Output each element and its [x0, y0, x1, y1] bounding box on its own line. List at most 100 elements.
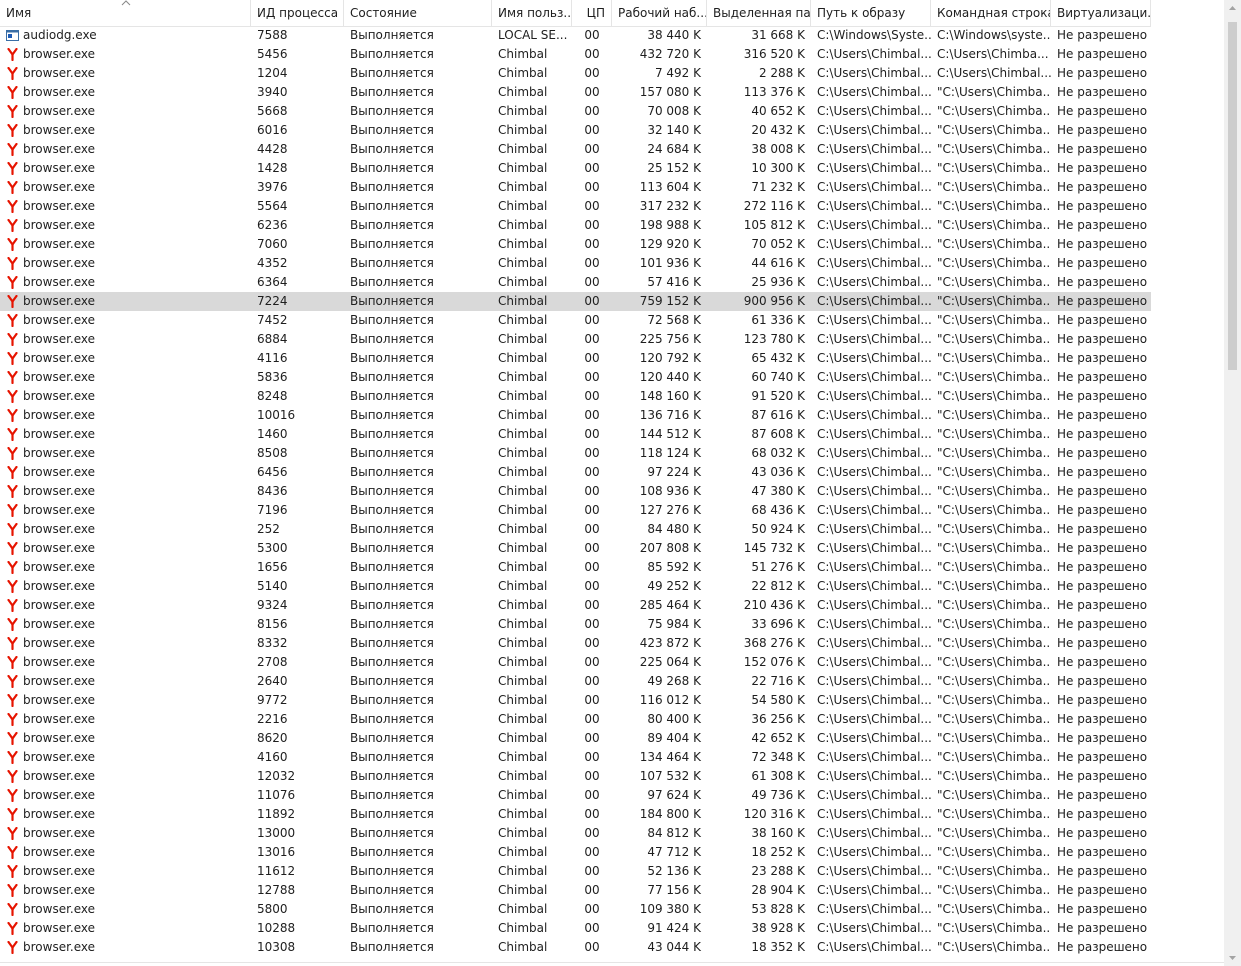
cpu-cell: 00 — [584, 864, 600, 878]
process-row[interactable]: browser.exe 9324 Выполняется Chimbal 00 285 4… — [0, 596, 1151, 615]
column-header-status[interactable]: Состояние — [344, 0, 492, 26]
process-row[interactable]: browser.exe 252 Выполняется Chimbal 00 84 480… — [0, 520, 1151, 539]
process-row[interactable]: browser.exe 12032 Выполняется Chimbal 00 107 … — [0, 767, 1151, 786]
commit-cell: 105 812 K — [743, 218, 805, 232]
process-row[interactable]: browser.exe 7452 Выполняется Chimbal 00 72 56… — [0, 311, 1151, 330]
commit-cell: 70 052 K — [751, 237, 805, 251]
process-row[interactable]: browser.exe 10308 Выполняется Chimbal 00 43 0… — [0, 938, 1151, 957]
process-row[interactable]: browser.exe 4428 Выполняется Chimbal 00 24 68… — [0, 140, 1151, 159]
process-row[interactable]: browser.exe 10288 Выполняется Chimbal 00 91 4… — [0, 919, 1151, 938]
process-row[interactable]: browser.exe 6884 Выполняется Chimbal 00 225 7… — [0, 330, 1151, 349]
process-row[interactable]: browser.exe 13000 Выполняется Chimbal 00 84 8… — [0, 824, 1151, 843]
process-name: browser.exe — [23, 256, 96, 270]
yandex-browser-icon — [6, 579, 19, 594]
process-row[interactable]: browser.exe 1656 Выполняется Chimbal 00 85 59… — [0, 558, 1151, 577]
pid-cell: 3940 — [257, 85, 288, 99]
command-line-cell: "C:\Users\Chimba... — [937, 845, 1051, 859]
process-name: browser.exe — [23, 940, 96, 954]
process-row[interactable]: browser.exe 5836 Выполняется Chimbal 00 120 4… — [0, 368, 1151, 387]
column-header-commit[interactable]: Выделенная па... — [707, 0, 811, 26]
process-name: browser.exe — [23, 332, 96, 346]
process-row[interactable]: browser.exe 11892 Выполняется Chimbal 00 184 … — [0, 805, 1151, 824]
process-row[interactable]: browser.exe 6236 Выполняется Chimbal 00 198 9… — [0, 216, 1151, 235]
pid-cell: 4428 — [257, 142, 288, 156]
image-path-cell: C:\Users\Chimbal... — [817, 218, 931, 232]
process-table: Имя ИД процесса Состояние Имя польз... Ц… — [0, 0, 1151, 955]
process-row[interactable]: browser.exe 8620 Выполняется Chimbal 00 89 40… — [0, 729, 1151, 748]
process-row[interactable]: browser.exe 2708 Выполняется Chimbal 00 225 0… — [0, 653, 1151, 672]
process-row[interactable]: browser.exe 8248 Выполняется Chimbal 00 148 1… — [0, 387, 1151, 406]
image-path-cell: C:\Users\Chimbal... — [817, 902, 931, 916]
working-set-cell: 120 440 K — [639, 370, 701, 384]
process-row[interactable]: browser.exe 5140 Выполняется Chimbal 00 49 25… — [0, 577, 1151, 596]
scroll-down-arrow-icon[interactable] — [1224, 949, 1241, 966]
virtualization-cell: Не разрешено — [1057, 636, 1148, 650]
process-name-cell: browser.exe — [0, 368, 251, 387]
status-cell: Выполняется — [350, 921, 434, 935]
virtualization-cell: Не разрешено — [1057, 47, 1148, 61]
column-header-pid[interactable]: ИД процесса — [251, 0, 344, 26]
scroll-up-arrow-icon[interactable] — [1224, 0, 1241, 17]
process-row[interactable]: browser.exe 12788 Выполняется Chimbal 00 77 1… — [0, 881, 1151, 900]
process-row[interactable]: browser.exe 3940 Выполняется Chimbal 00 157 0… — [0, 83, 1151, 102]
process-row[interactable]: browser.exe 4160 Выполняется Chimbal 00 134 4… — [0, 748, 1151, 767]
yandex-browser-icon — [6, 845, 19, 860]
process-row[interactable]: browser.exe 6364 Выполняется Chimbal 00 57 41… — [0, 273, 1151, 292]
process-row[interactable]: browser.exe 8508 Выполняется Chimbal 00 118 1… — [0, 444, 1151, 463]
process-row[interactable]: browser.exe 10016 Выполняется Chimbal 00 136 … — [0, 406, 1151, 425]
process-row[interactable]: browser.exe 8436 Выполняется Chimbal 00 108 9… — [0, 482, 1151, 501]
process-row[interactable]: browser.exe 5564 Выполняется Chimbal 00 317 2… — [0, 197, 1151, 216]
column-header-working-set[interactable]: Рабочий наб... — [612, 0, 707, 26]
column-header-image-path[interactable]: Путь к образу — [811, 0, 931, 26]
process-row[interactable]: browser.exe 1428 Выполняется Chimbal 00 25 15… — [0, 159, 1151, 178]
process-row[interactable]: browser.exe 5800 Выполняется Chimbal 00 109 3… — [0, 900, 1151, 919]
process-row[interactable]: browser.exe 6456 Выполняется Chimbal 00 97 22… — [0, 463, 1151, 482]
process-row[interactable]: browser.exe 8156 Выполняется Chimbal 00 75 98… — [0, 615, 1151, 634]
commit-cell: 61 336 K — [751, 313, 805, 327]
pid-cell: 12788 — [257, 883, 296, 897]
working-set-cell: 113 604 K — [639, 180, 701, 194]
process-row[interactable]: browser.exe 1460 Выполняется Chimbal 00 144 5… — [0, 425, 1151, 444]
process-name: browser.exe — [23, 161, 96, 175]
process-row[interactable]: browser.exe 11076 Выполняется Chimbal 00 97 6… — [0, 786, 1151, 805]
process-row[interactable]: browser.exe 7224 Выполняется Chimbal 00 759 1… — [0, 292, 1151, 311]
command-line-cell: "C:\Users\Chimba... — [937, 731, 1051, 745]
process-name-cell: browser.exe — [0, 235, 251, 254]
scrollbar-thumb[interactable] — [1228, 22, 1237, 370]
process-row[interactable]: browser.exe 2640 Выполняется Chimbal 00 49 26… — [0, 672, 1151, 691]
virtualization-cell: Не разрешено — [1057, 142, 1148, 156]
process-row[interactable]: browser.exe 1204 Выполняется Chimbal 00 7 492… — [0, 64, 1151, 83]
command-line-cell: "C:\Users\Chimba... — [937, 636, 1051, 650]
working-set-cell: 57 416 K — [647, 275, 701, 289]
process-row[interactable]: browser.exe 4352 Выполняется Chimbal 00 101 9… — [0, 254, 1151, 273]
image-path-cell: C:\Users\Chimbal... — [817, 940, 931, 954]
process-row[interactable]: browser.exe 5668 Выполняется Chimbal 00 70 00… — [0, 102, 1151, 121]
process-row[interactable]: browser.exe 5456 Выполняется Chimbal 00 432 7… — [0, 45, 1151, 64]
command-line-cell: "C:\Users\Chimba... — [937, 864, 1051, 878]
process-row[interactable]: browser.exe 3976 Выполняется Chimbal 00 113 6… — [0, 178, 1151, 197]
process-row[interactable]: browser.exe 7196 Выполняется Chimbal 00 127 2… — [0, 501, 1151, 520]
column-header-cpu[interactable]: ЦП — [572, 0, 612, 26]
process-row[interactable]: browser.exe 4116 Выполняется Chimbal 00 120 7… — [0, 349, 1151, 368]
process-row[interactable]: browser.exe 9772 Выполняется Chimbal 00 116 0… — [0, 691, 1151, 710]
working-set-cell: 285 464 K — [639, 598, 701, 612]
process-row[interactable]: browser.exe 13016 Выполняется Chimbal 00 47 7… — [0, 843, 1151, 862]
status-cell: Выполняется — [350, 313, 434, 327]
process-row[interactable]: browser.exe 8332 Выполняется Chimbal 00 423 8… — [0, 634, 1151, 653]
process-name-cell: browser.exe — [0, 102, 251, 121]
process-row[interactable]: browser.exe 11612 Выполняется Chimbal 00 52 1… — [0, 862, 1151, 881]
process-name-cell: browser.exe — [0, 178, 251, 197]
user-cell: Chimbal — [498, 750, 548, 764]
process-row[interactable]: audiodg.exe 7588 Выполняется LOCAL SE... 00 3… — [0, 26, 1151, 45]
process-row[interactable]: browser.exe 5300 Выполняется Chimbal 00 207 8… — [0, 539, 1151, 558]
cpu-cell: 00 — [584, 807, 600, 821]
process-row[interactable]: browser.exe 6016 Выполняется Chimbal 00 32 14… — [0, 121, 1151, 140]
process-row[interactable]: browser.exe 2216 Выполняется Chimbal 00 80 40… — [0, 710, 1151, 729]
column-header-user[interactable]: Имя польз... — [492, 0, 572, 26]
process-name-cell: browser.exe — [0, 767, 251, 786]
process-row[interactable]: browser.exe 7060 Выполняется Chimbal 00 129 9… — [0, 235, 1151, 254]
command-line-cell: "C:\Users\Chimba... — [937, 465, 1051, 479]
column-header-command-line[interactable]: Командная строка — [931, 0, 1051, 26]
column-header-virtualization[interactable]: Виртуализаци... — [1051, 0, 1151, 26]
yandex-browser-icon — [6, 750, 19, 765]
